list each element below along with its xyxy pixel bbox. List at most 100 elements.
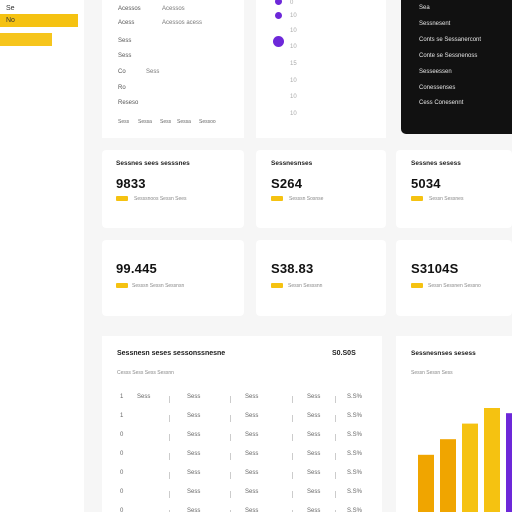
table-cell: Sess [187,451,201,457]
table-cell: S.S% [347,394,363,400]
table-cell: 0 [120,489,124,495]
column-divider [169,396,170,403]
timeline-tick: 15 [290,61,297,67]
table-row[interactable]: 0 Sess Sess Sess S.S% [117,470,372,482]
kpi-card[interactable]: S3104S Sessn Sessnen Sessno [396,240,512,316]
kpi-tag [116,283,128,288]
column-divider [292,396,293,403]
sidebar: Se No [0,0,84,512]
chart-bar[interactable] [484,408,500,512]
filter-label: Reseso [118,100,139,106]
column-divider [169,491,170,498]
menu-item[interactable]: Cess Conesennt [419,100,463,106]
table-cell: Sess [137,394,151,400]
table-cell: S.S% [347,508,363,512]
table-cell: 0 [120,508,124,512]
filter-footer-item[interactable]: Sessa [177,119,191,125]
table-title: Sessnesn seses sessonssnesne [117,350,226,357]
table-cell: Sess [187,489,201,495]
kpi-value: S38.83 [271,261,314,276]
kpi-title: Sessnes sesess [411,160,461,167]
table-row[interactable]: 0 Sess Sess Sess S.S% [117,432,372,444]
sidebar-item-active[interactable]: No [0,14,78,27]
kpi-tag [411,283,423,288]
filter-footer-item[interactable]: Sess [160,119,171,125]
dropdown-menu: Sea Sessnesent Conts se Sessanercont Con… [401,0,512,134]
kpi-card[interactable]: Sessnes sees sesssnes 9833 Sesssnoos Ses… [102,150,244,228]
filter-label: Sess [118,38,132,44]
timeline-tick: 10 [290,78,297,84]
timeline-tick: 10 [290,13,297,19]
table-cell: Sess [307,489,321,495]
timeline-dot[interactable] [273,36,284,47]
column-divider [292,472,293,479]
filter-footer-item[interactable]: Sessoo [199,119,216,125]
column-divider [335,472,336,479]
timeline-dot[interactable] [275,12,282,19]
kpi-subtitle: Sesssn Sessn Sessnsn [132,283,185,289]
filter-value[interactable]: Acessos [162,6,185,12]
menu-item[interactable]: Conts se Sessanercont [419,37,481,43]
table-subtitle: Cesss Sess Sess Sessnn [117,370,174,376]
table-cell: Sess [245,451,259,457]
table-row[interactable]: 0 Sess Sess Sess S.S% [117,489,372,501]
menu-item[interactable]: Sea [419,5,430,11]
table-row[interactable]: 1 Sess Sess Sess S.S% [117,413,372,425]
menu-item[interactable]: Conessenses [419,85,455,91]
table-cell: Sess [245,432,259,438]
filter-label: Acessos [118,6,141,12]
menu-item[interactable]: Conte se Sessnenoss [419,53,477,59]
table-cell: Sess [245,413,259,419]
kpi-subtitle: Sessn Sessnen Sessno [428,283,481,289]
kpi-card[interactable]: Sessnes sesess 5034 Sessn Sessnes [396,150,512,228]
chart-bar[interactable] [462,423,478,512]
table-cell: Sess [307,508,321,512]
kpi-subtitle: Sessn Sesssnn [288,283,323,289]
kpi-card[interactable]: Sessnesnses S264 Sesssn Sosnse [256,150,386,228]
table-cell: 1 [120,413,124,419]
sidebar-item-secondary[interactable] [0,33,52,46]
column-divider [230,434,231,441]
column-divider [292,434,293,441]
timeline-tick: 0 [290,0,294,6]
filter-value[interactable]: Acessos acess [162,20,202,26]
chart-bar[interactable] [440,439,456,512]
table-row[interactable]: 0 Sess Sess Sess S.S% [117,508,372,512]
column-divider [292,453,293,460]
column-divider [230,453,231,460]
kpi-tag [271,283,283,288]
kpi-subtitle: Sesssnoos Sessn Sees [134,196,187,202]
table-cell: S.S% [347,489,363,495]
table-cell: Sess [187,470,201,476]
table-cell: S.S% [347,470,363,476]
table-cell: Sess [307,394,321,400]
table-total: S0.S0S [332,350,356,357]
kpi-tag [411,196,423,201]
column-divider [335,453,336,460]
table-cell: Sess [245,508,259,512]
column-divider [230,396,231,403]
column-divider [230,415,231,422]
filter-footer-item[interactable]: Sessa [138,119,152,125]
table-cell: Sess [245,394,259,400]
kpi-card[interactable]: S38.83 Sessn Sesssnn [256,240,386,316]
kpi-card[interactable]: 99.445 Sesssn Sessn Sessnsn [102,240,244,316]
bar-chart [418,408,512,512]
column-divider [169,453,170,460]
kpi-value: S3104S [411,261,459,276]
table-cell: Sess [245,489,259,495]
chart-panel: Sessnesnses sesess Sessn Sessn Sess [396,336,512,512]
menu-item[interactable]: Sessnesent [419,21,450,27]
chart-bar[interactable] [506,413,512,512]
timeline-dot[interactable] [275,0,282,5]
filter-value[interactable]: Sess [146,69,159,75]
menu-item[interactable]: Sesseessen [419,69,452,75]
chart-bar[interactable] [418,454,434,512]
column-divider [335,491,336,498]
table-row[interactable]: 1 Sess Sess Sess Sess S.S% [117,394,372,406]
column-divider [169,415,170,422]
kpi-value: 5034 [411,176,441,191]
table-cell: Sess [307,432,321,438]
table-row[interactable]: 0 Sess Sess Sess S.S% [117,451,372,463]
filter-footer-item[interactable]: Sess [118,119,129,125]
